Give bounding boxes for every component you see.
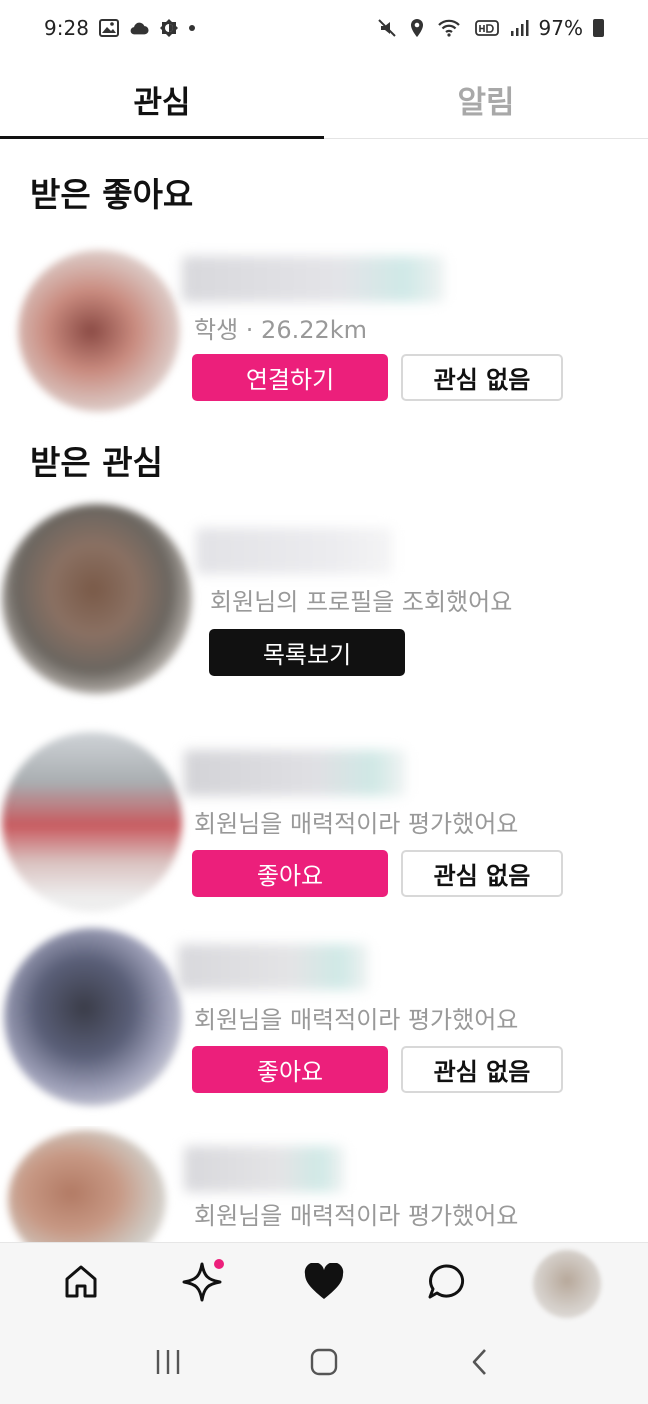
status-time: 9:28 <box>44 16 89 40</box>
nav-discover[interactable] <box>162 1249 242 1319</box>
received-likes-title: 받은 좋아요 <box>30 175 194 214</box>
mute-icon <box>377 18 397 38</box>
rating-card: 회원님을 매력적이라 평가했어요 <box>0 1126 648 1242</box>
back-chevron-icon <box>469 1347 491 1381</box>
avatar[interactable] <box>2 732 182 912</box>
recent-apps-button[interactable] <box>138 1334 198 1394</box>
blurred-name <box>184 750 406 796</box>
not-interested-button[interactable]: 관심 없음 <box>401 1046 563 1093</box>
blurred-name <box>178 944 368 990</box>
avatar[interactable] <box>8 1130 166 1242</box>
home-system-button[interactable] <box>294 1334 354 1394</box>
tab-interest[interactable]: 관심 <box>0 60 324 139</box>
not-interested-button[interactable]: 관심 없음 <box>401 354 563 401</box>
heart-icon <box>303 1261 345 1305</box>
top-tabs: 관심 알림 <box>0 60 648 139</box>
status-bar: 9:28 97% <box>0 0 648 56</box>
signal-icon <box>509 18 529 38</box>
notification-badge <box>214 1258 225 1269</box>
nav-profile[interactable] <box>527 1249 607 1319</box>
battery-percent: 97% <box>538 16 583 40</box>
like-button[interactable]: 좋아요 <box>192 1046 388 1093</box>
view-card-meta: 회원님의 프로필을 조회했어요 <box>210 588 513 616</box>
view-card: 회원님의 프로필을 조회했어요 목록보기 <box>0 500 648 704</box>
status-left: 9:28 <box>44 16 195 40</box>
cloud-icon <box>129 18 149 38</box>
gallery-icon <box>98 18 119 38</box>
back-button[interactable] <box>450 1334 510 1394</box>
view-list-button[interactable]: 목록보기 <box>209 629 405 676</box>
tab-notifications[interactable]: 알림 <box>324 60 648 138</box>
like-card-meta: 학생 · 26.22km <box>194 316 368 344</box>
profile-avatar <box>533 1249 602 1318</box>
nav-likes[interactable] <box>284 1249 364 1319</box>
home-square-icon <box>309 1347 339 1381</box>
received-interest-title: 받은 관심 <box>30 443 163 482</box>
not-interested-button[interactable]: 관심 없음 <box>401 850 563 897</box>
rating-card: 회원님을 매력적이라 평가했어요 좋아요 관심 없음 <box>0 922 648 1112</box>
blurred-name <box>182 256 444 302</box>
chat-bubble-icon <box>426 1262 466 1306</box>
home-icon <box>62 1263 100 1305</box>
recent-apps-icon <box>153 1348 183 1380</box>
like-card: 학생 · 26.22km 연결하기 관심 없음 <box>0 246 648 416</box>
status-right: 97% <box>377 16 604 40</box>
hd-icon <box>474 18 499 38</box>
rating-card-meta: 회원님을 매력적이라 평가했어요 <box>194 810 519 838</box>
brightness-icon <box>159 18 179 38</box>
wifi-icon <box>437 18 465 38</box>
notification-dot-icon <box>188 25 195 31</box>
avatar[interactable] <box>18 250 180 412</box>
connect-button[interactable]: 연결하기 <box>192 354 388 401</box>
rating-card-meta: 회원님을 매력적이라 평가했어요 <box>194 1006 519 1034</box>
avatar[interactable] <box>4 928 182 1106</box>
rating-card-meta: 회원님을 매력적이라 평가했어요 <box>194 1202 519 1230</box>
avatar[interactable] <box>2 504 192 694</box>
rating-card: 회원님을 매력적이라 평가했어요 좋아요 관심 없음 <box>0 728 648 918</box>
nav-home[interactable] <box>41 1249 121 1319</box>
like-button[interactable]: 좋아요 <box>192 850 388 897</box>
battery-icon <box>593 19 604 37</box>
blurred-name <box>196 528 392 574</box>
location-icon <box>407 18 427 38</box>
nav-chat[interactable] <box>406 1249 486 1319</box>
blurred-name <box>184 1146 344 1192</box>
bottom-nav <box>0 1242 648 1324</box>
system-nav <box>0 1324 648 1404</box>
